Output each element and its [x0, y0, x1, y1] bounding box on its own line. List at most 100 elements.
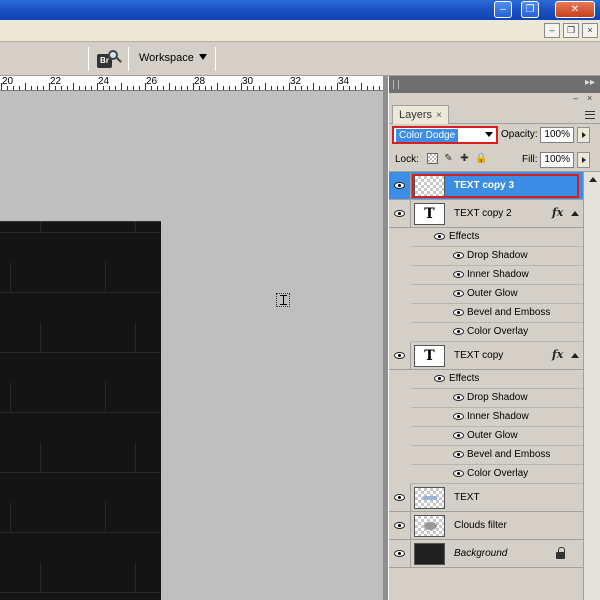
restore-icon[interactable]: ❐ — [521, 1, 539, 18]
visibility-eye-icon[interactable] — [434, 233, 445, 240]
lock-transparent-pixels-icon[interactable] — [427, 153, 438, 164]
panel-close-icon[interactable]: × — [587, 93, 592, 103]
ruler-tick — [157, 86, 158, 90]
ruler-tick — [133, 86, 134, 90]
fill-field[interactable]: 100% — [540, 152, 574, 168]
brick-line — [0, 532, 161, 533]
layer-row-text[interactable]: TEXT — [389, 484, 583, 512]
brick-wall-image[interactable] — [0, 221, 161, 600]
opacity-field[interactable]: 100% — [540, 127, 574, 143]
visibility-eye-icon[interactable] — [453, 432, 464, 439]
effect-row[interactable]: Bevel and Emboss — [411, 304, 583, 323]
collapse-effects-icon[interactable] — [571, 353, 579, 358]
panel-controls: – × — [389, 93, 600, 104]
collapse-dock-icon[interactable]: ▸▸ — [585, 77, 595, 88]
ruler-tick — [13, 86, 14, 90]
minimize-icon[interactable]: – — [494, 1, 512, 18]
visibility-eye-icon[interactable] — [453, 290, 464, 297]
effect-row[interactable]: Color Overlay — [411, 323, 583, 342]
tab-layers[interactable]: Layers × — [392, 105, 449, 124]
ruler-tick — [337, 83, 338, 90]
visibility-eye-icon[interactable] — [453, 470, 464, 477]
brick-line — [105, 262, 106, 292]
layer-row-text-copy[interactable]: T TEXT copy fx — [389, 342, 583, 370]
effect-row[interactable]: Outer Glow — [411, 427, 583, 446]
visibility-eye-icon[interactable] — [434, 375, 445, 382]
doc-close-icon[interactable]: × — [582, 23, 598, 38]
brick-line — [0, 352, 161, 353]
effects-group-row[interactable]: Effects — [411, 370, 583, 389]
doc-minimize-icon[interactable]: – — [544, 23, 560, 38]
ruler-tick — [271, 86, 272, 90]
visibility-eye-icon[interactable] — [394, 522, 405, 529]
fill-slider-arrow-icon[interactable] — [577, 152, 590, 168]
menu-bar: – ❐ × — [0, 20, 600, 42]
dock-header[interactable]: ▸▸ — [389, 76, 600, 93]
lock-image-pixels-icon[interactable]: ✎ — [443, 153, 454, 164]
effect-name: Color Overlay — [467, 326, 529, 337]
visibility-eye-icon[interactable] — [453, 413, 464, 420]
brick-line — [135, 442, 136, 472]
brick-line — [105, 382, 106, 412]
visibility-eye-icon[interactable] — [394, 494, 405, 501]
layer-name: TEXT — [454, 492, 480, 503]
effect-row[interactable]: Inner Shadow — [411, 408, 583, 427]
effect-row[interactable]: Drop Shadow — [411, 247, 583, 266]
ruler-tick — [205, 86, 206, 90]
visibility-eye-icon[interactable] — [394, 210, 405, 217]
effects-group-row[interactable]: Effects — [411, 228, 583, 247]
opacity-slider-arrow-icon[interactable] — [577, 127, 590, 143]
layer-row-background[interactable]: Background — [389, 540, 583, 568]
bridge-search-icon[interactable]: Br — [97, 50, 122, 70]
visibility-eye-icon[interactable] — [453, 394, 464, 401]
effects-label: Effects — [449, 231, 480, 242]
canvas-area[interactable]: 20 22 24 26 28 30 32 34 — [0, 76, 383, 600]
effect-row[interactable]: Bevel and Emboss — [411, 446, 583, 465]
ruler-tick — [19, 86, 20, 90]
doc-restore-icon[interactable]: ❐ — [563, 23, 579, 38]
ruler-tick — [241, 83, 242, 90]
scroll-up-icon[interactable] — [589, 177, 597, 182]
effect-row[interactable]: Color Overlay — [411, 465, 583, 484]
text-layer-thumbnail: T — [414, 203, 445, 225]
fx-icon[interactable]: fx — [552, 206, 563, 219]
panel-minimize-icon[interactable]: – — [573, 93, 578, 103]
visibility-eye-icon[interactable] — [453, 328, 464, 335]
visibility-eye-icon[interactable] — [453, 252, 464, 259]
brick-line — [135, 222, 136, 232]
options-bar: Br Workspace — [0, 42, 600, 76]
lock-all-icon[interactable]: 🔒 — [475, 153, 487, 164]
visibility-eye-icon[interactable] — [453, 309, 464, 316]
collapse-effects-icon[interactable] — [571, 211, 579, 216]
ruler-tick — [235, 86, 236, 90]
opacity-label: Opacity: — [501, 129, 538, 140]
layer-row-text-copy-2[interactable]: T TEXT copy 2 fx — [389, 200, 583, 228]
close-tab-icon[interactable]: × — [436, 110, 442, 121]
ruler-tick — [343, 86, 344, 90]
panel-menu-icon[interactable] — [585, 111, 595, 119]
fx-icon[interactable]: fx — [552, 348, 563, 361]
effect-row[interactable]: Outer Glow — [411, 285, 583, 304]
effect-row[interactable]: Inner Shadow — [411, 266, 583, 285]
blend-mode-value: Color Dodge — [396, 129, 459, 142]
visibility-eye-icon[interactable] — [394, 352, 405, 359]
ruler-tick — [61, 86, 62, 90]
lock-position-icon[interactable]: ✚ — [459, 153, 470, 164]
visibility-eye-icon[interactable] — [453, 451, 464, 458]
blend-mode-dropdown[interactable]: Color Dodge — [392, 126, 498, 144]
layers-scrollbar[interactable] — [583, 172, 600, 600]
horizontal-ruler: 20 22 24 26 28 30 32 34 — [0, 76, 383, 91]
layer-name: Background — [454, 548, 508, 559]
effect-row[interactable]: Drop Shadow — [411, 389, 583, 408]
workspace-button[interactable]: Workspace — [139, 52, 207, 68]
visibility-eye-icon[interactable] — [453, 271, 464, 278]
visibility-eye-icon[interactable] — [394, 182, 405, 189]
grip-icon[interactable] — [393, 80, 399, 89]
ruler-tick — [91, 86, 92, 90]
close-icon[interactable]: ✕ — [555, 1, 595, 18]
ruler-tick — [181, 86, 182, 90]
layer-row-clouds-filter[interactable]: Clouds filter — [389, 512, 583, 540]
visibility-eye-icon[interactable] — [394, 550, 405, 557]
ruler-tick — [37, 86, 38, 90]
divider — [215, 47, 216, 71]
